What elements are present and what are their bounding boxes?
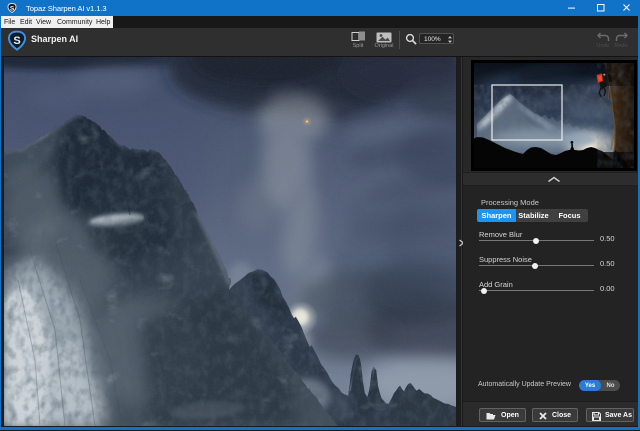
svg-text:S: S — [10, 5, 15, 12]
svg-text:S: S — [13, 35, 20, 47]
